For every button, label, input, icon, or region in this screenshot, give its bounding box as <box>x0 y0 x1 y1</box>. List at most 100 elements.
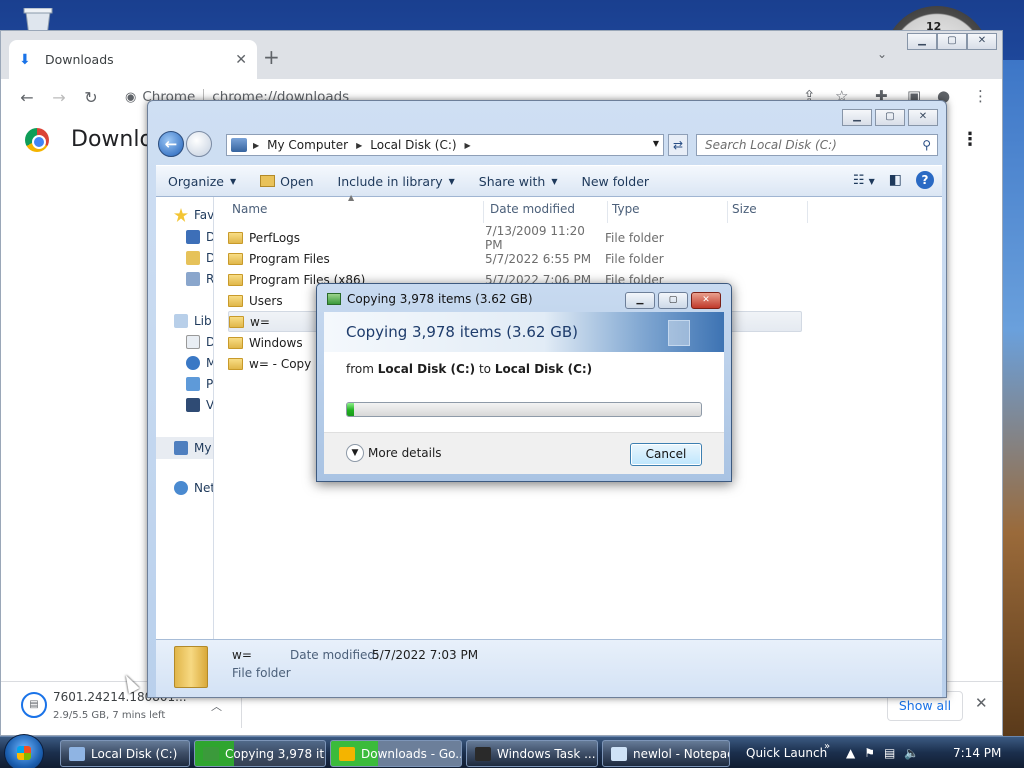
close-button[interactable]: ✕ <box>908 109 938 126</box>
download-file-icon[interactable]: ▤ <box>21 692 47 718</box>
to-word: to <box>478 362 491 376</box>
breadcrumb-local-disk[interactable]: Local Disk (C:) <box>370 138 456 152</box>
organize-button[interactable]: Organize ▼ <box>156 174 248 189</box>
star-icon <box>174 208 188 222</box>
more-details-toggle[interactable]: ▼ More details <box>346 444 442 462</box>
taskbar-button[interactable]: newlol - Notepad <box>602 740 730 767</box>
taskbar: Local Disk (C:) Copying 3,978 it... Downlo… <box>0 734 1024 768</box>
maximize-button[interactable]: ▢ <box>658 292 688 309</box>
share-with-button[interactable]: Share with ▼ <box>467 174 570 189</box>
taskbar-button-label: Downloads - Go... <box>361 746 462 761</box>
recent-places-icon <box>186 272 200 286</box>
clock-time[interactable]: 7:14 PM <box>953 746 1001 760</box>
taskbar-button[interactable]: Windows Task ... <box>466 740 598 767</box>
nav-libraries[interactable]: Lib <box>174 314 212 328</box>
breadcrumb-arrow-icon[interactable]: ▶ <box>465 141 471 150</box>
view-options-icon[interactable]: ☷ ▼ <box>853 173 875 188</box>
nav-favorites[interactable]: Fav <box>174 208 213 222</box>
taskbar-button-label: newlol - Notepad <box>633 746 730 761</box>
download-status: 2.9/5.5 GB, 7 mins left <box>53 710 166 721</box>
address-bar[interactable]: ▶ My Computer ▶ Local Disk (C:) ▶ ▼ <box>226 134 664 156</box>
back-arrow-icon[interactable]: ← <box>11 88 43 107</box>
chrome-menu-icon[interactable]: ⋮ <box>973 87 988 105</box>
cancel-button[interactable]: Cancel <box>630 443 702 466</box>
taskbar-button-label: Windows Task ... <box>497 746 596 761</box>
destination-location[interactable]: Local Disk (C:) <box>495 362 592 376</box>
file-row[interactable]: PerfLogs 7/13/2009 11:20 PM File folder <box>228 224 802 252</box>
minimize-button[interactable]: ▁ <box>907 33 937 50</box>
include-in-library-button[interactable]: Include in library ▼ <box>326 174 467 189</box>
close-button[interactable]: ✕ <box>967 33 997 50</box>
nav-downloads[interactable]: D <box>186 251 213 265</box>
nav-desktop[interactable]: D <box>186 230 213 244</box>
help-icon[interactable]: ? <box>916 171 934 189</box>
quick-launch-label[interactable]: Quick Launch <box>746 746 827 760</box>
nav-recent[interactable]: R <box>186 272 213 286</box>
breadcrumb-arrow-icon[interactable]: ▶ <box>253 141 259 150</box>
start-button[interactable] <box>4 734 44 768</box>
refresh-icon[interactable]: ⇄ <box>668 134 688 156</box>
downloads-menu-icon[interactable]: ⋮ <box>961 129 979 150</box>
new-folder-button[interactable]: New folder <box>570 174 662 189</box>
folder-icon <box>228 273 243 286</box>
search-icon[interactable]: ⚲ <box>922 135 931 155</box>
volume-icon[interactable]: 🔈 <box>904 746 919 760</box>
show-hidden-icons-icon[interactable]: ▲ <box>846 746 855 760</box>
tab-close-icon[interactable]: ✕ <box>235 52 247 68</box>
explorer-window-controls: ▁ ▢ ✕ <box>842 109 938 126</box>
quick-launch-chevron-icon[interactable]: » <box>824 741 830 752</box>
chrome-site-icon: ◉ <box>125 89 137 105</box>
taskbar-button[interactable]: Local Disk (C:) <box>60 740 190 767</box>
address-dropdown-icon[interactable]: ▼ <box>653 139 659 148</box>
maximize-button[interactable]: ▢ <box>937 33 967 50</box>
download-icon: ⬇ <box>19 51 31 68</box>
folder-icon <box>228 294 243 307</box>
new-tab-button[interactable]: + <box>263 45 280 69</box>
column-date-modified[interactable]: Date modified <box>486 201 608 223</box>
file-type: File folder <box>605 251 664 266</box>
network-tray-icon[interactable]: ▤ <box>884 746 895 760</box>
file-row[interactable]: Program Files 5/7/2022 6:55 PM File folder <box>228 248 802 269</box>
tab-downloads[interactable]: ⬇ Downloads ✕ <box>9 40 257 79</box>
breadcrumb-arrow-icon[interactable]: ▶ <box>356 141 362 150</box>
maximize-button[interactable]: ▢ <box>875 109 905 126</box>
chevron-up-icon[interactable]: ︿ <box>211 698 222 714</box>
search-placeholder: Search Local Disk (C:) <box>705 138 837 152</box>
action-center-flag-icon[interactable]: ⚑ <box>864 746 875 760</box>
taskbar-button[interactable]: Copying 3,978 it... <box>194 740 326 767</box>
breadcrumb-my-computer[interactable]: My Computer <box>267 138 348 152</box>
nav-music[interactable]: M <box>186 356 213 370</box>
column-size[interactable]: Size <box>728 201 808 223</box>
back-arrow-icon[interactable]: ← <box>158 131 184 157</box>
minimize-button[interactable]: ▁ <box>842 109 872 126</box>
nav-my-computer[interactable]: My <box>156 437 213 459</box>
close-button[interactable]: ✕ <box>691 292 721 309</box>
app-icon <box>475 746 491 761</box>
minimize-button[interactable]: ▁ <box>625 292 655 309</box>
forward-arrow-icon[interactable] <box>186 131 212 157</box>
nav-pictures[interactable]: P <box>186 377 213 391</box>
close-shelf-icon[interactable]: ✕ <box>975 694 988 712</box>
tab-search-chevron-icon[interactable]: ⌄ <box>877 47 887 61</box>
app-icon <box>339 746 355 761</box>
open-button[interactable]: Open <box>248 174 325 189</box>
videos-icon <box>186 398 200 412</box>
taskbar-button[interactable]: Downloads - Go... <box>330 740 462 767</box>
music-icon <box>186 356 200 370</box>
column-name[interactable]: Name <box>228 201 484 223</box>
pictures-icon <box>186 377 200 391</box>
nav-network[interactable]: Net <box>174 481 213 495</box>
tab-title: Downloads <box>45 52 114 67</box>
reload-icon[interactable]: ↻ <box>75 88 107 107</box>
nav-documents[interactable]: D <box>186 335 213 349</box>
source-location[interactable]: Local Disk (C:) <box>378 362 475 376</box>
search-input[interactable]: Search Local Disk (C:) ⚲ <box>696 134 938 156</box>
details-modified-value: 5/7/2022 7:03 PM <box>372 648 479 662</box>
nav-videos[interactable]: V <box>186 398 213 412</box>
forward-arrow-icon[interactable]: → <box>43 88 75 107</box>
banner-decoration <box>668 320 690 346</box>
system-tray: ▲ ⚑ ▤ 🔈 <box>846 746 919 760</box>
chevron-down-icon: ▼ <box>230 176 237 186</box>
column-type[interactable]: Type <box>608 201 728 223</box>
preview-pane-icon[interactable]: ◧ <box>889 172 902 188</box>
